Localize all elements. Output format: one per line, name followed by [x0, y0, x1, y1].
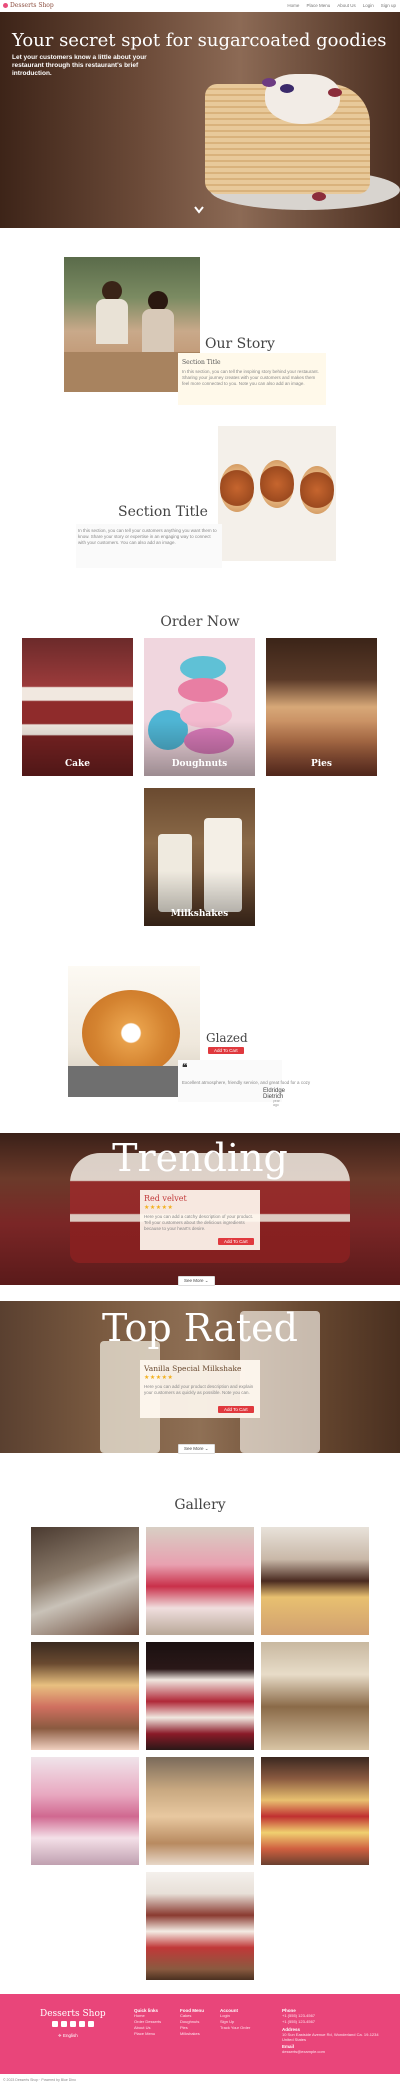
quote-icon: ❝ — [182, 1063, 188, 1074]
person-head-image — [148, 291, 168, 311]
person-head-image — [102, 281, 122, 301]
order-card-milkshakes[interactable]: Milkshakes — [144, 788, 255, 926]
nav-link-login[interactable]: Login — [363, 3, 374, 8]
nav-link-about[interactable]: About Us — [337, 3, 356, 8]
order-label-doughnuts: Doughnuts — [171, 759, 228, 769]
person-body-image — [142, 309, 174, 354]
see-more-label: See More — [184, 1446, 204, 1451]
trending-add-to-cart-button[interactable]: Add To Cart — [218, 1238, 254, 1245]
footer-link[interactable]: Track Your Order — [220, 2025, 250, 2031]
footer-col-food-menu: Food Menu Cakes Doughnuts Pies Milkshake… — [180, 2008, 204, 2037]
hero-subtitle: Let your customers know a little about y… — [12, 54, 147, 77]
chevron-down-icon: ⌄ — [204, 1446, 209, 1451]
story-card: Section Title In this section, you can t… — [178, 353, 326, 405]
person-body-image — [96, 299, 128, 344]
gallery-image-4[interactable] — [31, 1642, 139, 1750]
nav-links: Home Place Menu About Us Login Sign up — [287, 3, 396, 8]
social-icons — [52, 2021, 94, 2027]
copyright: © 2023 Desserts Shop · Powered by Blue D… — [3, 2078, 77, 2082]
trending-card: Red velvet ★★★★★ Here you can add a catc… — [140, 1190, 260, 1250]
phone-number[interactable]: +1 (555) 123-4567 — [282, 2019, 382, 2025]
language-selector[interactable]: ✈ English — [58, 2033, 78, 2039]
footer-col-quick-links: Quick links Home Order Desserts About Us… — [134, 2008, 161, 2037]
pie-image — [300, 466, 334, 514]
trending-product-name: Red velvet — [144, 1194, 187, 1203]
section-card-text: In this section, you can tell your custo… — [78, 528, 217, 545]
review-card: ❝ Excellent atmosphere, friendly service… — [178, 1060, 310, 1107]
order-title: Order Now — [160, 614, 240, 630]
brand-logo[interactable]: Desserts Shop — [3, 2, 54, 9]
section-title: Section Title — [118, 504, 208, 520]
language-label: English — [63, 2033, 78, 2038]
hero-berry-image — [312, 192, 326, 201]
footer-link[interactable]: Place Menu — [134, 2031, 161, 2037]
gallery-image-10[interactable] — [146, 1872, 254, 1980]
story-card-text: In this section, you can tell the inspir… — [182, 369, 319, 386]
twitter-icon[interactable] — [61, 2021, 67, 2027]
story-card-title: Section Title — [182, 359, 221, 366]
top-rated-text: Here you can add your product descriptio… — [144, 1384, 254, 1395]
footer-col-account: Account Login Sign Up Track Your Order — [220, 2008, 250, 2031]
trending-see-more-button[interactable]: See More ⌄ — [178, 1276, 215, 1286]
gallery-image-6[interactable] — [261, 1642, 369, 1750]
top-rated-add-to-cart-button[interactable]: Add To Cart — [218, 1406, 254, 1413]
trending-title: Trending — [112, 1136, 288, 1180]
hero-berry-image — [280, 84, 294, 93]
see-more-label: See More — [184, 1278, 204, 1283]
footer-contact: Phone +1 (555) 123-4567 +1 (555) 123-456… — [282, 2008, 382, 2055]
instagram-icon[interactable] — [70, 2021, 76, 2027]
hero-title: Your secret spot for sugarcoated goodies — [12, 30, 387, 51]
logo-icon — [3, 3, 8, 8]
pinterest-icon[interactable] — [79, 2021, 85, 2027]
gallery-title: Gallery — [174, 1497, 226, 1513]
trending-text: Here you can add a catchy description of… — [144, 1214, 254, 1231]
hero-berry-image — [262, 78, 276, 87]
nav-link-place-menu[interactable]: Place Menu — [306, 3, 330, 8]
order-card-cake[interactable]: Cake — [22, 638, 133, 776]
address-text: 10 Sun Eastside Avenue Rd, Wonderland Ca… — [282, 2032, 379, 2042]
order-card-doughnuts[interactable]: Doughnuts — [144, 638, 255, 776]
pie-image — [220, 464, 254, 512]
gallery-image-5[interactable] — [146, 1642, 254, 1750]
order-label-pies: Pies — [311, 759, 332, 769]
top-rated-title: Top Rated — [102, 1306, 298, 1350]
order-card-pies[interactable]: Pies — [266, 638, 377, 776]
hero-cream-image — [265, 74, 340, 124]
gallery-image-9[interactable] — [261, 1757, 369, 1865]
glazed-doughnut-image — [82, 990, 180, 1076]
gallery-image-7[interactable] — [31, 1757, 139, 1865]
top-rated-see-more-button[interactable]: See More ⌄ — [178, 1444, 215, 1454]
glazed-title: Glazed — [206, 1031, 248, 1045]
footer-link[interactable]: Milkshakes — [180, 2031, 204, 2037]
nav-link-signup[interactable]: Sign up — [381, 3, 396, 8]
gallery-image-8[interactable] — [146, 1757, 254, 1865]
order-label-cake: Cake — [65, 759, 90, 769]
email-link[interactable]: desserts@example.com — [282, 2049, 382, 2055]
top-rated-product-name: Vanilla Special Milkshake — [144, 1364, 242, 1373]
top-rated-stars-icon: ★★★★★ — [144, 1375, 174, 1381]
hero-berry-image — [328, 88, 342, 97]
review-text: Excellent atmosphere, friendly service, … — [182, 1080, 311, 1085]
trending-stars-icon: ★★★★★ — [144, 1205, 174, 1211]
footer-brand: Desserts Shop — [40, 2009, 106, 2019]
youtube-icon[interactable] — [88, 2021, 94, 2027]
pies-image — [218, 426, 336, 561]
review-date: 1 year ago — [273, 1095, 280, 1107]
chevron-down-icon[interactable] — [194, 206, 204, 217]
story-title: Our Story — [205, 336, 275, 352]
gallery-image-2[interactable] — [146, 1527, 254, 1635]
globe-icon: ✈ — [58, 2033, 62, 2038]
chevron-down-icon: ⌄ — [204, 1278, 209, 1283]
facebook-icon[interactable] — [52, 2021, 58, 2027]
pie-image — [260, 460, 294, 508]
gallery-image-3[interactable] — [261, 1527, 369, 1635]
order-label-milkshakes: Milkshakes — [170, 909, 229, 919]
top-rated-card: Vanilla Special Milkshake ★★★★★ Here you… — [140, 1360, 260, 1418]
gallery-image-1[interactable] — [31, 1527, 139, 1635]
section-card: In this section, you can tell your custo… — [76, 524, 222, 568]
glazed-add-to-cart-button[interactable]: Add To Cart — [208, 1047, 244, 1054]
brand-name: Desserts Shop — [10, 2, 54, 9]
nav-link-home[interactable]: Home — [287, 3, 299, 8]
